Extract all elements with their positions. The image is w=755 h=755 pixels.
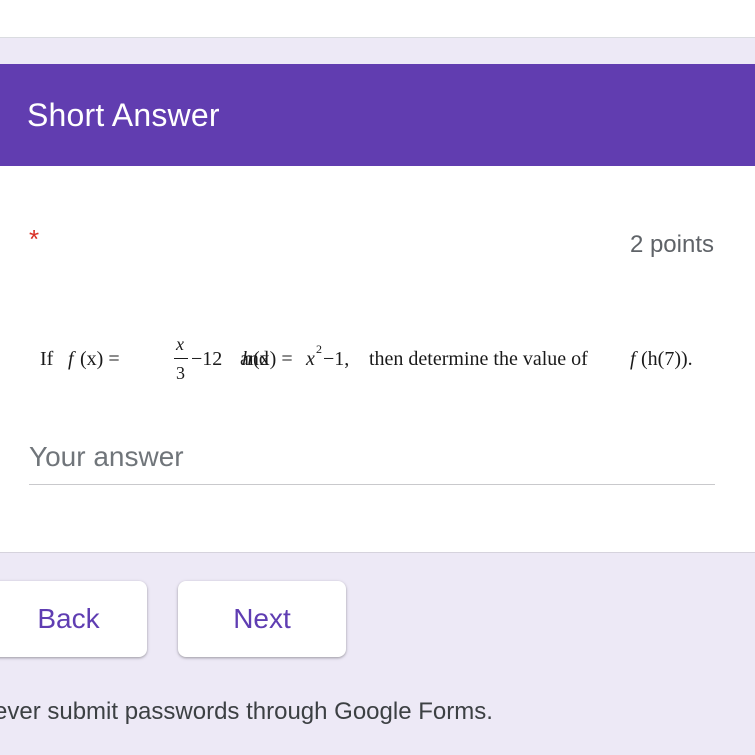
equation-h-arg: (x) =: [253, 348, 293, 370]
question-equation-image: If f (x) = x 3 −12 and h (x) = x 2 −1, t…: [40, 334, 740, 390]
equation-target-f: f: [630, 348, 636, 370]
equation-x-variable: x: [306, 348, 315, 370]
back-button[interactable]: Back: [0, 581, 147, 657]
equation-fraction-bar: [174, 358, 188, 359]
equation-fraction-numerator: x: [176, 334, 184, 354]
equation-minus-twelve: −12: [191, 348, 223, 370]
equation-fraction-denominator: 3: [176, 363, 185, 383]
equation-if: If: [40, 348, 54, 370]
equation-exponent: 2: [316, 342, 322, 356]
equation-f-symbol: f: [68, 348, 74, 370]
short-answer-input[interactable]: [29, 430, 715, 485]
previous-section-card: [0, 0, 755, 38]
equation-h-symbol: h: [242, 348, 252, 370]
question-points: 2 points: [629, 231, 714, 258]
section-title: Short Answer: [27, 97, 220, 133]
equation-f-arg: (x) =: [80, 348, 120, 370]
equation-target-arg: (h(7)).: [641, 348, 693, 370]
required-indicator: *: [29, 224, 40, 254]
next-button[interactable]: Next: [178, 581, 346, 657]
equation-then-text: then determine the value of: [369, 348, 588, 370]
equation-minus-one: −1,: [323, 348, 350, 370]
password-warning-note: ever submit passwords through Google For…: [0, 698, 493, 725]
